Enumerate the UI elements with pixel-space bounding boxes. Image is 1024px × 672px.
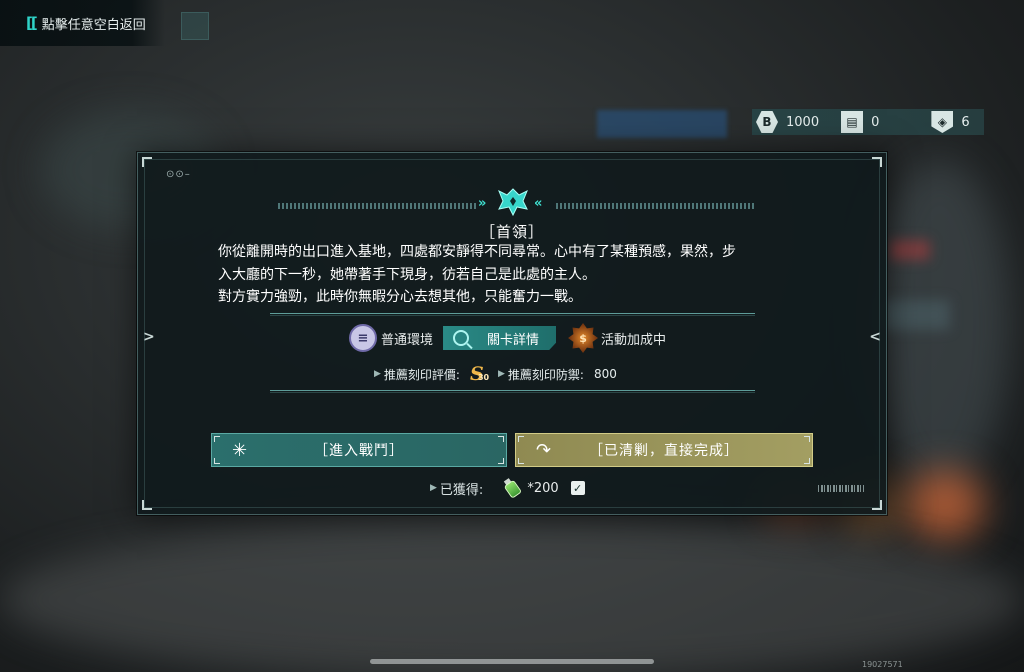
chevron-right-icon: »	[478, 196, 487, 211]
corner-mark	[872, 500, 882, 510]
back-hint-label: 點擊任意空白返回	[41, 17, 146, 33]
recommendation-row: ▶ 推薦刻印評價: S 30 ▶ 推薦刻印防禦: 800	[374, 363, 617, 385]
version-number: 19027571	[862, 660, 903, 669]
enter-battle-button[interactable]: ✳ ［進入戰鬥］	[211, 433, 507, 467]
coin-hex-icon: B	[756, 111, 778, 133]
quick-complete-label: ［已清剿，直接完成］	[589, 443, 739, 459]
stage-detail-button[interactable]: 關卡詳情	[443, 326, 557, 350]
triangle-icon: ▶	[430, 483, 437, 493]
search-icon	[453, 330, 470, 346]
boss-emblem-icon	[498, 188, 528, 217]
stage-detail-label: 關卡詳情	[487, 332, 540, 348]
stage-dialog: > < ⊙⊙– » « ［首領］ 你從離開時的出口進入基地，四處都安靜得不同尋常…	[137, 152, 887, 515]
skip-arrow-icon: ↷	[536, 439, 552, 461]
corner-mark	[872, 157, 882, 167]
stage-info-row: ≡ 普通環境 關卡詳情 $ 活動加成中	[349, 322, 666, 354]
resource-key-value: 6	[961, 114, 970, 130]
right-arrow-icon: <	[869, 329, 881, 345]
resource-bar: B 1000 ▤ 0 ◈ 6	[752, 109, 984, 135]
resource-key: ◈ 6	[931, 111, 970, 133]
divider	[270, 313, 755, 316]
divider	[270, 390, 755, 393]
rec-defense-value: 800	[593, 367, 617, 381]
barcode-decor	[818, 485, 864, 492]
corner-mark	[142, 500, 152, 510]
header-line	[278, 203, 478, 209]
environment-label: 普通環境	[381, 332, 434, 348]
left-arrow-icon: >	[143, 329, 155, 345]
dialog-title: ［首領］	[479, 223, 544, 241]
rec-rating-label: 推薦刻印評價:	[383, 367, 460, 382]
stage-description: 你從離開時的出口進入基地，四處都安靜得不同尋常。心中有了某種預感，果然，步 入大…	[218, 241, 808, 309]
chip-square-icon: ▤	[841, 111, 864, 133]
rating-s-icon: S 30	[469, 363, 490, 385]
rec-defense-label: 推薦刻印防禦:	[507, 367, 584, 382]
checkbox-checked-icon: ✓	[570, 481, 585, 495]
chevron-left-icon: «	[534, 196, 543, 211]
enter-battle-label: ［進入戰鬥］	[314, 443, 404, 459]
environment-icon: ≡	[349, 324, 377, 352]
back-hint[interactable]: [[ 點擊任意空白返回	[0, 0, 165, 46]
menu-square-button[interactable]	[181, 12, 209, 40]
quick-complete-button[interactable]: ↷ ［已清剿，直接完成］	[515, 433, 813, 467]
event-bonus-label: 活動加成中	[601, 332, 667, 348]
description-line: 入大廳的下一秒，她帶著手下現身，彷若自己是此處的主人。	[218, 266, 596, 283]
resource-chip-value: 0	[871, 114, 880, 130]
triangle-icon: ▶	[374, 369, 381, 379]
potion-icon	[497, 473, 528, 504]
obtained-count: *200	[527, 480, 559, 496]
event-bonus-icon[interactable]: $	[568, 323, 599, 353]
resource-coin-value: 1000	[786, 114, 820, 130]
background-button	[597, 110, 727, 138]
home-indicator[interactable]	[370, 659, 654, 664]
key-badge-icon: ◈	[931, 111, 954, 133]
bracket-icon: [[	[26, 14, 38, 32]
obtained-row: ▶ 已獲得: *200 ✓	[430, 476, 585, 500]
corner-mark	[142, 157, 152, 167]
description-line: 你從離開時的出口進入基地，四處都安靜得不同尋常。心中有了某種預感，果然，步	[218, 244, 736, 260]
header-line	[556, 203, 756, 209]
obtained-label: 已獲得:	[439, 482, 484, 498]
resource-coin: B 1000	[756, 111, 819, 133]
description-line: 對方實力強勁，此時你無暇分心去想其他，只能奮力一戰。	[218, 289, 582, 305]
decor-dots-icon: ⊙⊙–	[166, 169, 191, 180]
triangle-icon: ▶	[497, 369, 505, 379]
crossed-swords-icon: ✳	[232, 439, 248, 461]
rating-badge-number: 30	[477, 373, 490, 382]
resource-chip: ▤ 0	[841, 111, 879, 133]
